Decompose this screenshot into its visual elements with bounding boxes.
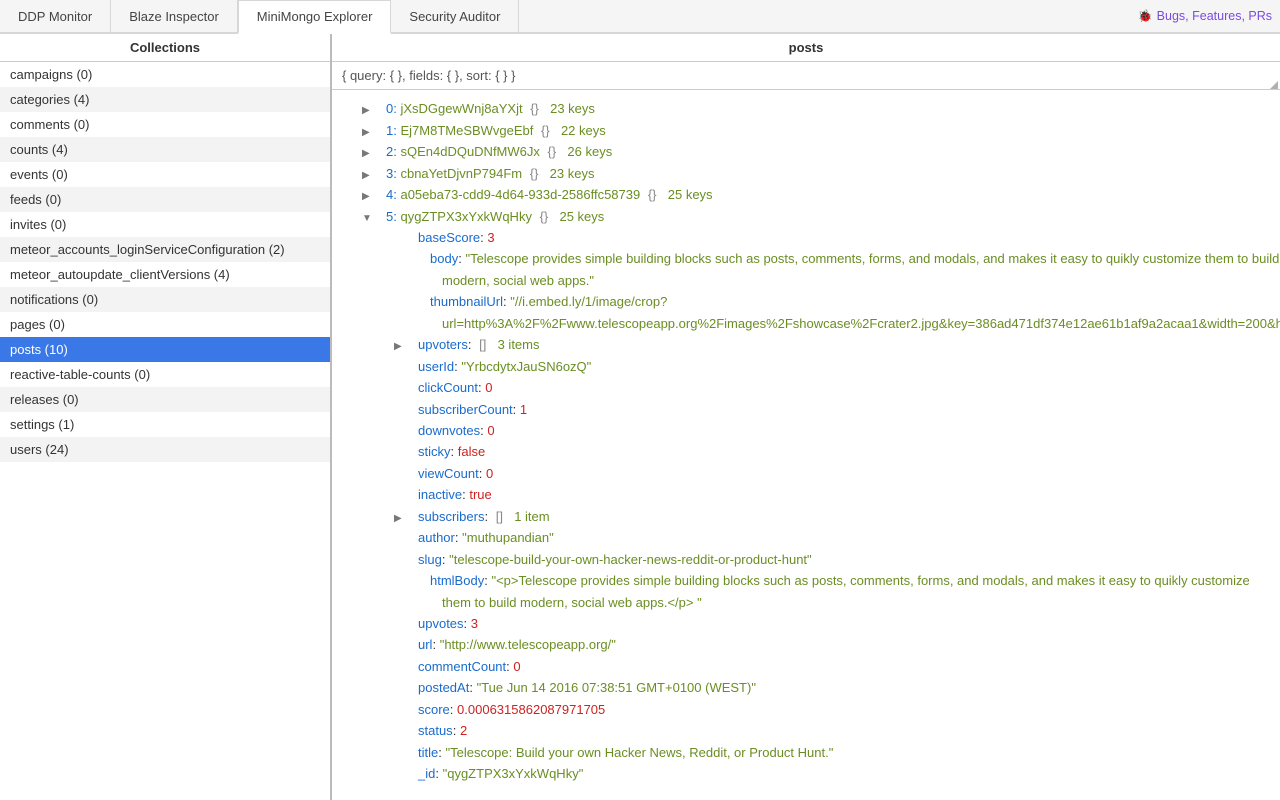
collection-item[interactable]: comments (0) [0,112,330,137]
field-row[interactable]: thumbnailUrl: "//i.embed.ly/1/image/crop… [342,291,1280,334]
field-row[interactable]: ▶upvoters: [] 3 items [342,334,1280,356]
query-input[interactable]: { query: { }, fields: { }, sort: { } } [332,62,1280,90]
resize-handle-icon[interactable] [1270,81,1278,89]
caret-icon[interactable]: ▼ [374,211,384,228]
caret-icon[interactable]: ▶ [374,146,384,163]
field-row[interactable]: clickCount: 0 [342,377,1280,398]
field-row[interactable]: viewCount: 0 [342,463,1280,484]
tab-minimongo-explorer[interactable]: MiniMongo Explorer [238,0,392,34]
collection-item[interactable]: feeds (0) [0,187,330,212]
collection-item[interactable]: events (0) [0,162,330,187]
bug-icon: 🐞 [1138,9,1153,23]
doc-row[interactable]: ▶4: a05eba73-cdd9-4d64-933d-2586ffc58739… [342,184,1280,206]
caret-icon[interactable]: ▶ [374,103,384,120]
collection-item[interactable]: meteor_accounts_loginServiceConfiguratio… [0,237,330,262]
field-row[interactable]: author: "muthupandian" [342,527,1280,548]
collection-item[interactable]: users (24) [0,437,330,462]
caret-icon[interactable]: ▶ [406,511,416,528]
field-row[interactable]: htmlBody: "<p>Telescope provides simple … [342,570,1280,613]
field-row[interactable]: sticky: false [342,441,1280,462]
tab-ddp-monitor[interactable]: DDP Monitor [0,0,111,32]
collections-list: campaigns (0)categories (4)comments (0)c… [0,62,330,800]
collection-item[interactable]: notifications (0) [0,287,330,312]
field-row[interactable]: _id: "qygZTPX3xYxkWqHky" [342,763,1280,784]
field-row[interactable]: subscriberCount: 1 [342,399,1280,420]
caret-icon[interactable]: ▶ [374,125,384,142]
sidebar: Collections campaigns (0)categories (4)c… [0,34,332,800]
collection-item[interactable]: settings (1) [0,412,330,437]
doc-row[interactable]: ▶0: jXsDGgewWnj8aYXjt {} 23 keys [342,98,1280,120]
collection-item[interactable]: campaigns (0) [0,62,330,87]
field-row[interactable]: commentCount: 0 [342,656,1280,677]
collection-item[interactable]: invites (0) [0,212,330,237]
field-row[interactable]: title: "Telescope: Build your own Hacker… [342,742,1280,763]
query-text: { query: { }, fields: { }, sort: { } } [342,68,515,83]
field-row[interactable]: body: "Telescope provides simple buildin… [342,248,1280,291]
field-row[interactable]: postedAt: "Tue Jun 14 2016 07:38:51 GMT+… [342,677,1280,698]
field-row[interactable]: url: "http://www.telescopeapp.org/" [342,634,1280,655]
field-row[interactable]: ▶subscribers: [] 1 item [342,506,1280,528]
collection-item[interactable]: posts (10) [0,337,330,362]
collection-item[interactable]: categories (4) [0,87,330,112]
field-row[interactable]: downvotes: 0 [342,420,1280,441]
main-title: posts [332,34,1280,62]
tab-security-auditor[interactable]: Security Auditor [391,0,519,32]
doc-row[interactable]: ▶2: sQEn4dDQuDNfMW6Jx {} 26 keys [342,141,1280,163]
tab-bar: DDP Monitor Blaze Inspector MiniMongo Ex… [0,0,1280,34]
field-row[interactable]: score: 0.0006315862087971705 [342,699,1280,720]
field-row[interactable]: baseScore: 3 [342,227,1280,248]
doc-row[interactable]: ▶3: cbnaYetDjvnP794Fm {} 23 keys [342,163,1280,185]
collection-item[interactable]: reactive-table-counts (0) [0,362,330,387]
sidebar-title: Collections [0,34,330,62]
field-row[interactable]: status: 2 [342,720,1280,741]
document-tree: ▶0: jXsDGgewWnj8aYXjt {} 23 keys▶1: Ej7M… [332,90,1280,800]
bugs-link-label: Bugs, Features, PRs [1157,9,1272,23]
doc-row[interactable]: ▶1: Ej7M8TMeSBWvgeEbf {} 22 keys [342,120,1280,142]
field-row[interactable]: upvotes: 3 [342,613,1280,634]
collection-item[interactable]: pages (0) [0,312,330,337]
caret-icon[interactable]: ▶ [406,339,416,356]
doc-row[interactable]: ▼5: qygZTPX3xYxkWqHky {} 25 keys [342,206,1280,228]
collection-item[interactable]: releases (0) [0,387,330,412]
tab-blaze-inspector[interactable]: Blaze Inspector [111,0,238,32]
caret-icon[interactable]: ▶ [374,168,384,185]
field-row[interactable]: slug: "telescope-build-your-own-hacker-n… [342,549,1280,570]
caret-icon[interactable]: ▶ [374,189,384,206]
main-panel: posts { query: { }, fields: { }, sort: {… [332,34,1280,800]
bugs-link[interactable]: 🐞 Bugs, Features, PRs [1138,0,1272,32]
field-row[interactable]: inactive: true [342,484,1280,505]
collection-item[interactable]: meteor_autoupdate_clientVersions (4) [0,262,330,287]
collection-item[interactable]: counts (4) [0,137,330,162]
field-row[interactable]: userId: "YrbcdytxJauSN6ozQ" [342,356,1280,377]
